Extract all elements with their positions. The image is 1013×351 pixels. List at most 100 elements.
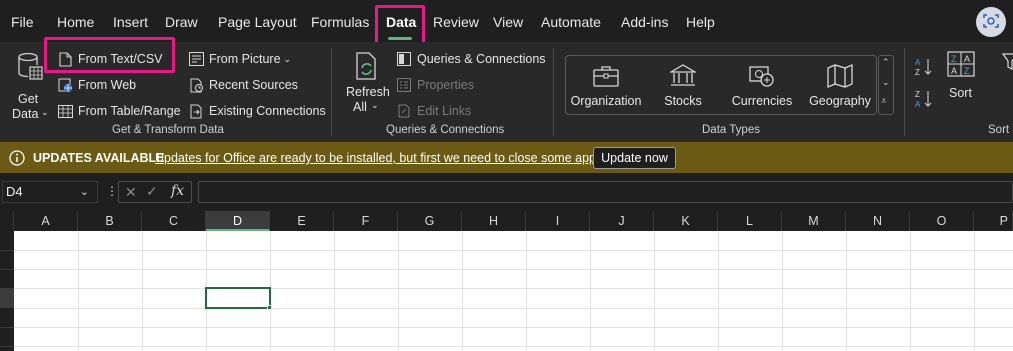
column-header[interactable]: A <box>14 211 78 231</box>
camera-icon <box>982 12 1000 33</box>
svg-text:Z: Z <box>951 54 957 64</box>
from-text-csv-label: From Text/CSV <box>78 52 163 66</box>
sort-a-z-button[interactable]: AZ <box>914 56 934 78</box>
group-separator <box>331 48 332 136</box>
geography-button[interactable]: Geography <box>804 56 876 114</box>
bank-icon <box>668 64 698 91</box>
refresh-all-button[interactable]: Refresh All ⌄ <box>343 50 390 118</box>
currency-icon <box>749 64 775 91</box>
more-options-icon[interactable]: ⋮ <box>106 184 118 198</box>
row-header[interactable] <box>0 327 14 347</box>
tab-add-ins[interactable]: Add-ins <box>621 12 668 32</box>
update-now-button[interactable]: Update now <box>593 147 676 169</box>
svg-text:A: A <box>915 58 921 67</box>
from-table-range-button[interactable]: From Table/Range <box>57 103 181 119</box>
from-text-csv-button[interactable]: From Text/CSV <box>57 51 163 67</box>
row-header-selected[interactable] <box>0 288 14 308</box>
tab-review[interactable]: Review <box>433 12 479 32</box>
column-header[interactable]: M <box>782 211 846 231</box>
table-icon <box>57 103 73 119</box>
filter-button[interactable] <box>996 51 1013 101</box>
queries-connections-button[interactable]: Queries & Connections <box>396 51 546 67</box>
briefcase-icon <box>593 65 619 90</box>
row-header[interactable] <box>0 269 14 289</box>
tab-file[interactable]: File <box>11 12 34 32</box>
column-header[interactable]: F <box>334 211 398 231</box>
from-web-button[interactable]: From Web <box>57 77 136 93</box>
cell-grid[interactable] <box>14 231 1013 351</box>
row-header[interactable] <box>0 231 14 251</box>
column-header[interactable]: P <box>974 211 1013 231</box>
tab-page-layout[interactable]: Page Layout <box>218 12 297 32</box>
enter-icon[interactable]: ✓ <box>146 183 158 200</box>
tab-automate[interactable]: Automate <box>541 12 601 32</box>
fill-handle[interactable] <box>267 305 272 310</box>
scroll-down-icon[interactable]: ⌄ <box>882 77 890 88</box>
recent-sources-label: Recent Sources <box>209 78 298 92</box>
grid-line <box>14 288 1013 289</box>
scroll-up-icon[interactable]: ⌃ <box>882 57 890 68</box>
data-types-scroll[interactable]: ⌃ ⌄ ⩡ <box>878 55 894 115</box>
chevron-down-icon: ⌄ <box>41 107 49 117</box>
column-header[interactable]: J <box>590 211 654 231</box>
row-header[interactable] <box>0 308 14 328</box>
screenshot-button[interactable] <box>976 7 1006 37</box>
updates-message-link[interactable]: Updates for Office are ready to be insta… <box>155 151 606 165</box>
data-types-gallery: Organization Stocks Currencies Geography <box>565 55 877 115</box>
updates-bar: UPDATES AVAILABLE Updates for Office are… <box>0 142 1013 173</box>
name-box[interactable]: D4 ⌄ <box>2 181 98 203</box>
column-header[interactable]: N <box>846 211 910 231</box>
column-header[interactable]: E <box>270 211 334 231</box>
tab-view[interactable]: View <box>493 12 523 32</box>
formula-bar: D4 ⌄ ⋮ ✕ ✓ fx <box>0 173 1013 211</box>
column-header[interactable]: K <box>654 211 718 231</box>
tab-formulas[interactable]: Formulas <box>311 12 369 32</box>
tab-data[interactable]: Data <box>386 12 416 32</box>
grid-line <box>590 231 591 351</box>
recent-sources-button[interactable]: Recent Sources <box>188 77 298 93</box>
get-transform-group-label: Get & Transform Data <box>112 124 224 136</box>
currencies-button[interactable]: Currencies <box>724 56 800 114</box>
get-data-button[interactable]: Get Data ⌄ <box>8 50 49 121</box>
column-header[interactable]: B <box>78 211 142 231</box>
tab-home[interactable]: Home <box>57 12 94 32</box>
column-header-selected[interactable]: D <box>206 211 270 231</box>
grid-line <box>14 308 1013 309</box>
row-header[interactable] <box>0 250 14 270</box>
column-header[interactable]: H <box>462 211 526 231</box>
expand-gallery-icon[interactable]: ⩡ <box>881 96 887 107</box>
tab-insert[interactable]: Insert <box>113 12 148 32</box>
recent-sources-icon <box>188 77 204 93</box>
insert-function-icon[interactable]: fx <box>171 183 184 199</box>
column-header[interactable]: O <box>910 211 974 231</box>
from-picture-button[interactable]: From Picture ⌄ <box>188 51 291 67</box>
properties-button[interactable]: Properties <box>396 77 474 93</box>
grid-line <box>142 231 143 351</box>
existing-connections-button[interactable]: Existing Connections <box>188 103 326 119</box>
svg-text:A: A <box>964 54 970 64</box>
queries-icon <box>396 51 412 67</box>
formula-input[interactable] <box>198 181 1013 203</box>
column-header[interactable]: G <box>398 211 462 231</box>
sort-z-a-button[interactable]: ZA <box>914 88 934 110</box>
active-cell-d4[interactable] <box>205 287 271 309</box>
tab-draw[interactable]: Draw <box>165 12 198 32</box>
tab-help[interactable]: Help <box>686 12 715 32</box>
chevron-down-icon[interactable]: ⌄ <box>80 182 89 202</box>
cancel-icon[interactable]: ✕ <box>125 184 137 201</box>
column-header[interactable]: C <box>142 211 206 231</box>
stocks-button[interactable]: Stocks <box>648 56 718 114</box>
grid-line <box>78 231 79 351</box>
group-separator <box>553 48 554 136</box>
organization-button[interactable]: Organization <box>566 56 646 114</box>
edit-links-button[interactable]: Edit Links <box>396 103 471 119</box>
column-header[interactable]: I <box>526 211 590 231</box>
get-data-label: Get <box>18 92 39 106</box>
grid-line <box>14 346 1013 347</box>
formula-controls: ✕ ✓ fx <box>118 181 192 203</box>
grid-line <box>846 231 847 351</box>
filter-icon <box>1001 53 1013 74</box>
column-header[interactable]: L <box>718 211 782 231</box>
sort-button[interactable]: ZAAZ Sort <box>944 51 978 101</box>
select-all-corner[interactable] <box>0 211 14 231</box>
